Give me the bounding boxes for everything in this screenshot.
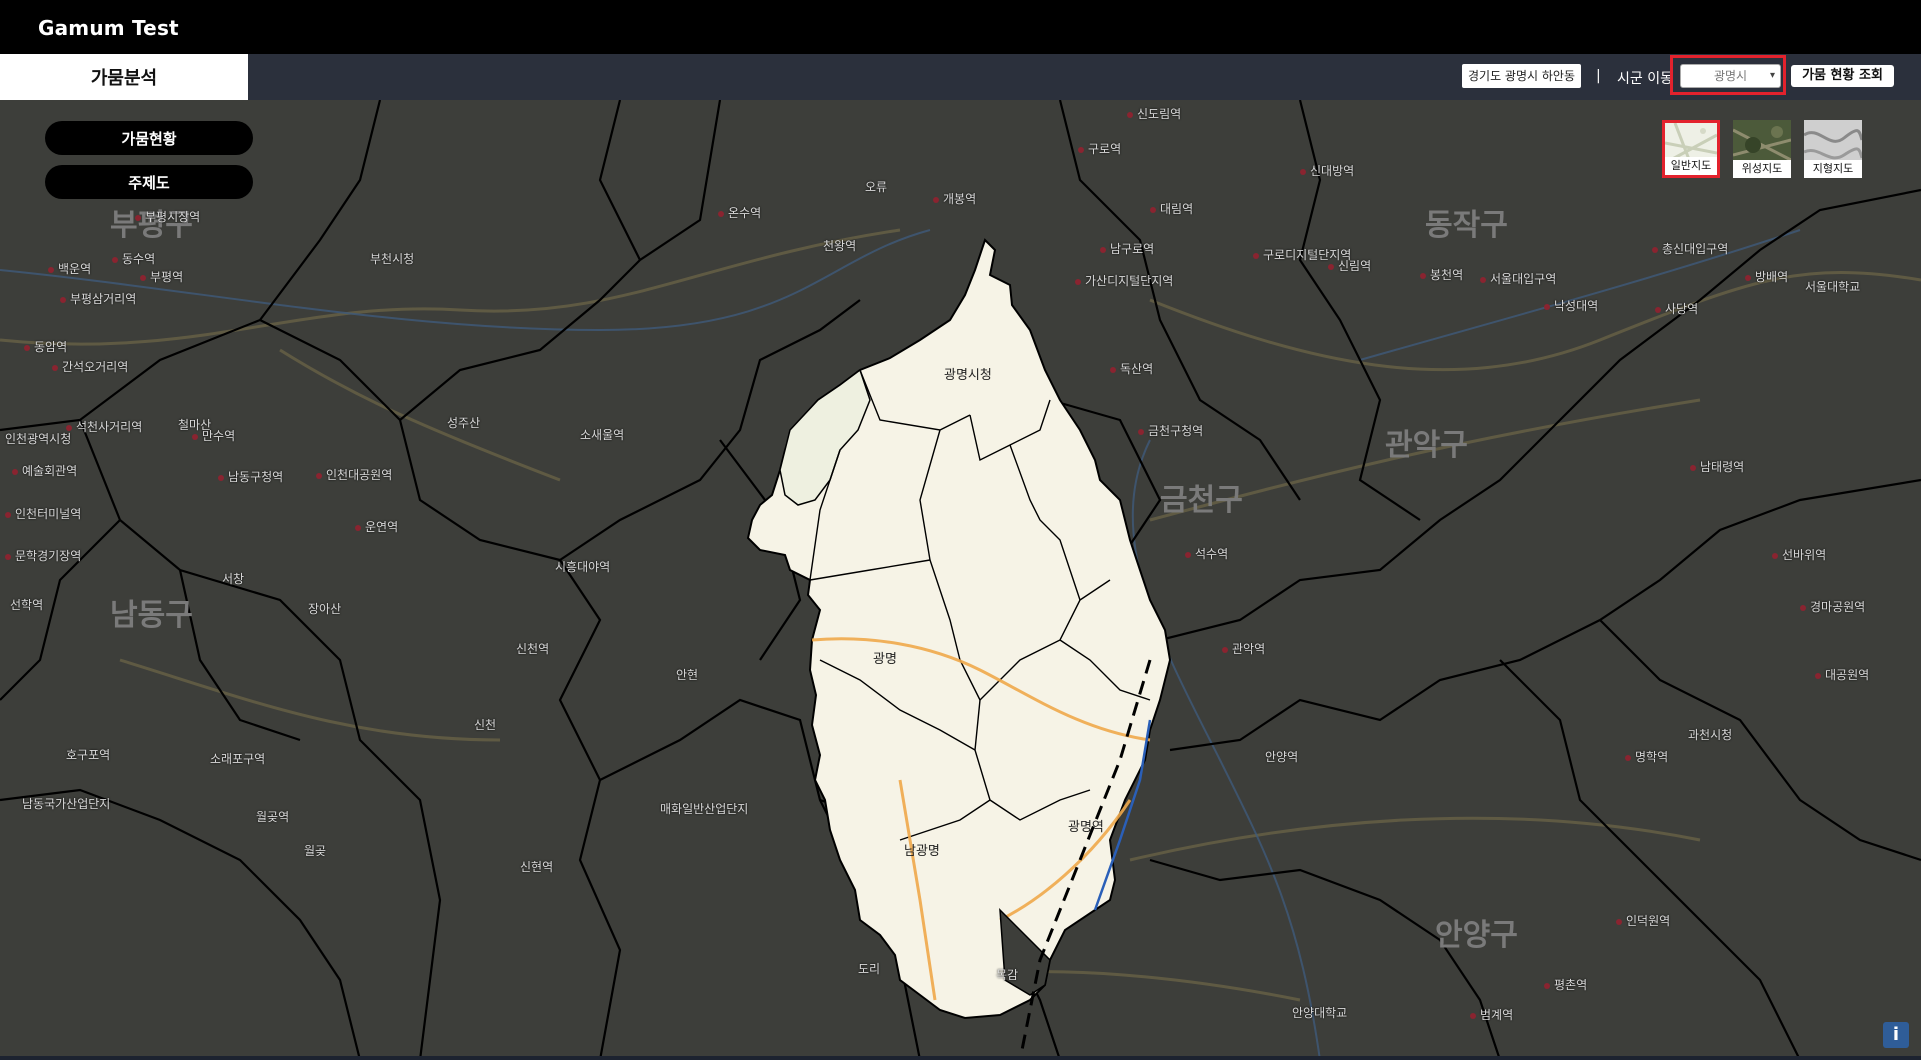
place-label: 천왕역 [823,239,857,253]
place-label: 인천터미널역 [5,505,81,522]
sigun-move-label: 시군 이동 [1617,71,1673,87]
place-label: 철마산 [178,418,212,432]
place-label: 금천구청역 [1138,422,1203,439]
place-label: 신천역 [516,642,550,656]
map-canvas[interactable]: 부평구 남동구 금천구 관악구 동작구 안양구 부천시청 부평역 부평시장역 동… [0,100,1921,1060]
place-label: 인덕원역 [1616,912,1670,929]
place-label: 평촌역 [1544,976,1587,993]
maptype-terrain[interactable]: 지형지도 [1804,120,1862,178]
place-label: 개봉역 [933,190,976,207]
chevron-down-icon: ▾ [1769,70,1775,81]
place-label: 부평역 [140,268,183,285]
maptype-normal[interactable]: 일반지도 [1662,120,1720,178]
drought-query-button[interactable]: 가뭄 현황 조회 [1791,65,1894,87]
place-label: 대공원역 [1815,666,1869,683]
place-label: 석수역 [1185,545,1228,562]
place-label: 장아산 [308,602,342,616]
district-label: 안양구 [1435,918,1518,953]
place-label: 동수역 [112,250,155,267]
place-label: 월곶 [304,844,327,858]
bottom-strip [0,1056,1921,1060]
current-location-label: 경기도 광명시 하안동 [1462,64,1581,88]
menu-thematic-map[interactable]: 주제도 [45,165,253,199]
app-title: Gamum Test [38,16,179,40]
place-label: 석천사거리역 [66,418,142,435]
place-label: 남동구청역 [218,468,283,485]
maptype-normal-label: 일반지도 [1665,157,1717,175]
place-label: 안양역 [1265,750,1299,764]
place-label: 신현역 [520,860,554,874]
place-label: 신도림역 [1127,105,1181,122]
map-label-nam-gwangmyeong: 남광명 [904,844,940,859]
place-label: 명학역 [1625,748,1668,765]
place-label: 구로역 [1078,140,1121,157]
place-label: 남동국가산업단지 [22,797,111,811]
sigun-select-value: 광명시 [1713,69,1748,83]
top-bar: Gamum Test [0,0,1921,54]
map-label-gwangmyeong: 광명 [873,652,897,667]
place-label: 성주산 [447,416,481,430]
place-label: 관악역 [1222,640,1265,657]
place-label: 소새울역 [580,428,625,442]
menu-drought-status[interactable]: 가뭄현황 [45,121,253,155]
place-label: 예술회관역 [12,462,77,479]
info-icon[interactable]: i [1883,1022,1909,1048]
place-label: 도리 [858,962,881,976]
maptype-satellite[interactable]: 위성지도 [1733,120,1791,178]
place-label: 방배역 [1745,268,1788,285]
place-label: 목감 [996,968,1019,982]
district-label: 관악구 [1385,428,1468,463]
place-label: 서창 [222,572,245,586]
maptype-satellite-label: 위성지도 [1733,160,1791,178]
place-label: 서울대학교 [1805,280,1861,294]
place-label: 안양대학교 [1292,1006,1348,1020]
place-label: 매화일반산업단지 [660,802,749,816]
place-label: 동암역 [24,338,67,355]
place-label: 독산역 [1110,360,1153,377]
district-label: 금천구 [1160,483,1243,518]
place-label: 부평시장역 [135,208,200,225]
highlight-region-gwangmyeong[interactable] [746,238,1172,1020]
place-label: 안현 [676,668,699,682]
place-label: 신림역 [1328,257,1371,274]
place-label: 오류 [865,180,888,194]
place-label: 부평삼거리역 [60,290,136,307]
district-label: 동작구 [1425,208,1508,243]
place-label: 서울대입구역 [1480,270,1556,287]
map-label-gwangmyeong-station: 광명역 [1068,820,1104,835]
place-label: 낙성대역 [1544,297,1598,314]
district-label: 남동구 [110,598,193,633]
panel-tab[interactable]: 가뭄분석 [0,54,248,100]
place-label: 온수역 [718,204,761,221]
place-label: 인천광역시청 [5,432,72,446]
place-label: 경마공원역 [1800,598,1865,615]
place-label: 부천시청 [370,252,415,266]
place-label: 봉천역 [1420,266,1463,283]
place-label: 선학역 [10,598,44,612]
place-label: 가산디지털단지역 [1075,272,1173,289]
place-label: 범계역 [1470,1006,1513,1023]
place-label: 인천대공원역 [316,466,392,483]
place-label: 남태령역 [1690,458,1744,475]
place-label: 운연역 [355,518,398,535]
place-label: 선바위역 [1772,546,1826,563]
place-label: 문학경기장역 [5,547,81,564]
place-label: 백운역 [48,260,91,277]
separator: | [1596,68,1601,84]
map-label-city-hall: 광명시청 [944,368,992,383]
place-label: 사당역 [1655,300,1698,317]
place-label: 월곶역 [256,810,290,824]
place-label: 대림역 [1150,200,1193,217]
place-label: 간석오거리역 [52,358,128,375]
place-label: 호구포역 [66,748,111,762]
place-label: 총신대입구역 [1652,240,1728,257]
sigun-select[interactable]: 광명시 ▾ [1680,64,1781,88]
maptype-terrain-label: 지형지도 [1804,160,1862,178]
place-label: 시흥대야역 [555,560,611,574]
place-label: 신대방역 [1300,162,1354,179]
place-label: 남구로역 [1100,240,1154,257]
place-label: 신천 [474,718,497,732]
place-label: 소래포구역 [210,752,266,766]
place-label: 과천시청 [1688,728,1733,742]
